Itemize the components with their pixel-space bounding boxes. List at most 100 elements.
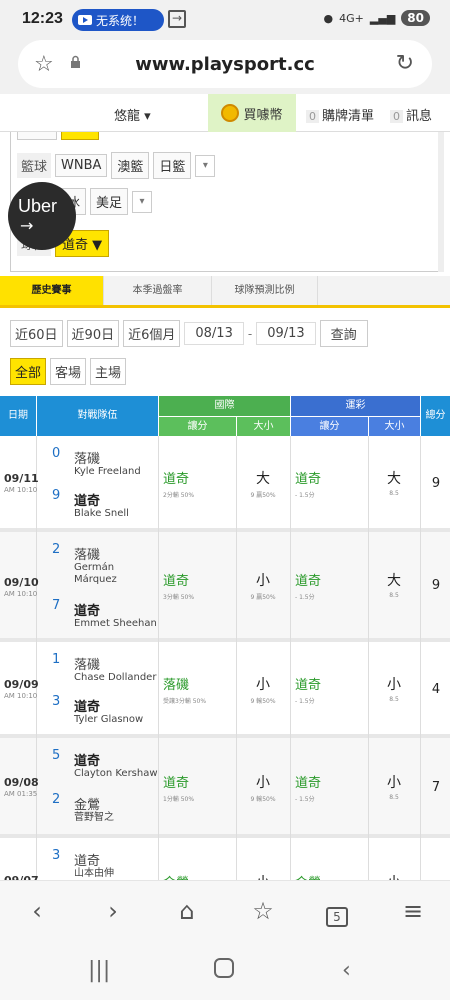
table-row[interactable]: 09/09 AM 10:10 1 落磯 Chase Dollander 3 道奇… xyxy=(0,642,450,738)
header-intl-spread: 讓分 xyxy=(158,416,236,436)
forward-icon[interactable]: › xyxy=(98,897,128,925)
lot-ou: 小 xyxy=(387,775,401,791)
cart-link[interactable]: 0 購牌清單 xyxy=(306,105,374,124)
home-team: 道奇 xyxy=(74,494,101,509)
signal-icon: ▂▄▆ xyxy=(369,11,396,25)
lot-ou: 大 xyxy=(387,471,401,487)
game-time: AM 10:10 xyxy=(4,486,38,494)
coin-icon xyxy=(221,104,240,122)
date-from-input[interactable]: 08/13 xyxy=(184,322,244,345)
away-pitcher: Germán Márquez xyxy=(74,562,117,585)
lot-pick: 道奇 xyxy=(295,776,322,791)
intl-ou-sub: 9 贏50% xyxy=(250,492,276,499)
cart-count: 0 xyxy=(306,110,319,123)
venue-home-button[interactable]: 主場 xyxy=(90,358,127,385)
header-lot-ou: 大小 xyxy=(368,416,420,436)
home-pitcher: Tyler Glasnow xyxy=(74,714,144,725)
lot-pick-sub: - 1.5分 xyxy=(295,492,315,499)
intl-pick-sub: 1分輸 50% xyxy=(163,796,195,803)
lot-ou: 大 xyxy=(387,573,401,589)
query-button[interactable]: 查詢 xyxy=(319,320,368,347)
date-separator: - xyxy=(247,326,253,341)
tabs-icon[interactable]: 5 xyxy=(322,899,352,927)
home-button-icon[interactable] xyxy=(214,958,234,984)
chevron-down-icon[interactable]: ▾ xyxy=(132,190,153,213)
range-60d-button[interactable]: 近60日 xyxy=(10,320,63,347)
range-6m-button[interactable]: 近6個月 xyxy=(123,320,181,347)
lot-ou: 小 xyxy=(387,677,401,693)
tab-team-prediction[interactable]: 球隊預測比例 xyxy=(212,276,318,305)
table-row[interactable]: 09/10 AM 10:10 2 落磯 Germán Márquez 7 道奇 … xyxy=(0,532,450,642)
reload-icon[interactable]: ↻ xyxy=(396,51,414,76)
header-intl: 國際 xyxy=(158,396,290,416)
lot-pick: 道奇 xyxy=(295,472,322,487)
venue-all-button[interactable]: 全部 xyxy=(10,358,47,385)
total-score: 4 xyxy=(431,682,441,697)
away-score: 2 xyxy=(52,542,61,557)
total-score: 9 xyxy=(431,578,441,593)
home-pitcher: Emmet Sheehan xyxy=(74,618,157,629)
lot-ou-sub: 8.5 xyxy=(389,592,399,599)
tab-history[interactable]: 歷史賽事 xyxy=(0,276,104,305)
notification-pill[interactable]: 无系统！ xyxy=(72,9,164,31)
intl-pick-sub: 2分輸 50% xyxy=(163,492,195,499)
bookmarks-icon[interactable]: ☆ xyxy=(248,897,278,925)
messages-link[interactable]: 0 訊息 xyxy=(390,105,432,124)
game-date: 09/11 xyxy=(4,472,39,485)
total-score: 7 xyxy=(431,780,441,795)
system-nav-bar: ||| ‹ xyxy=(0,940,450,1000)
game-date: 09/10 xyxy=(4,576,39,589)
recent-apps-icon[interactable]: ||| xyxy=(88,958,110,983)
home-team: 道奇 xyxy=(74,700,101,715)
intl-ou-sub: 9 輸50% xyxy=(250,796,276,803)
user-name: 悠龍 xyxy=(114,109,141,124)
table-header: 日期 對戰隊伍 國際 讓分 大小 運彩 讓分 大小 總分 xyxy=(0,396,450,436)
chip-partial[interactable] xyxy=(17,132,57,140)
chevron-down-icon[interactable]: ▾ xyxy=(195,154,216,177)
game-time: AM 10:10 xyxy=(4,692,38,700)
filter-row-top xyxy=(17,132,99,140)
intl-ou-sub: 9 輸50% xyxy=(250,698,276,705)
chip-wnba[interactable]: WNBA xyxy=(55,154,108,177)
range-90d-button[interactable]: 近90日 xyxy=(66,320,120,347)
header-teams: 對戰隊伍 xyxy=(36,396,158,436)
tab-season-cover[interactable]: 本季過盤率 xyxy=(104,276,212,305)
away-pitcher: Clayton Kershaw xyxy=(74,768,158,779)
user-menu[interactable]: 悠龍 ▾ xyxy=(114,105,151,124)
date-to-input[interactable]: 09/13 xyxy=(256,322,316,345)
header-total: 總分 xyxy=(420,396,450,436)
chip-partial-selected[interactable] xyxy=(61,132,99,140)
intl-ou-sub: 9 贏50% xyxy=(250,594,276,601)
intl-pick-sub: 受讓3分輸 50% xyxy=(163,698,207,705)
away-score: 3 xyxy=(52,848,61,863)
address-bar[interactable]: ☆ www.playsport.cc ↻ xyxy=(18,40,432,88)
table-row[interactable]: 09/07 3 道奇 山本由伸 金鶯 小 金鶯 小 xyxy=(0,838,450,882)
home-icon[interactable]: ⌂ xyxy=(172,897,202,925)
panel-edge xyxy=(438,132,444,272)
msg-label: 訊息 xyxy=(406,109,433,124)
venue-filter: 全部 客場 主場 xyxy=(10,358,127,385)
intl-ou: 大 xyxy=(256,471,270,487)
intl-pick: 道奇 xyxy=(163,472,190,487)
game-date: 09/09 xyxy=(4,678,39,691)
away-team: 道奇 xyxy=(74,754,101,769)
table-row[interactable]: 09/08 AM 01:35 5 道奇 Clayton Kershaw 2 金鶯… xyxy=(0,738,450,838)
chip-football[interactable]: 美足 xyxy=(90,188,129,215)
table-row[interactable]: 09/11 AM 10:10 0 落磯 Kyle Freeland 9 道奇 B… xyxy=(0,436,450,532)
team-select-value: 道奇 xyxy=(62,238,89,253)
date-range-controls: 近60日 近90日 近6個月 08/13 - 09/13 查詢 xyxy=(10,320,368,347)
cart-label: 購牌清單 xyxy=(322,109,375,124)
header-date: 日期 xyxy=(0,396,36,436)
uber-floating-button[interactable]: Uber → xyxy=(8,182,76,250)
tabs-count: 5 xyxy=(326,907,348,927)
buy-coin-button[interactable]: 買噱幣 xyxy=(208,94,296,132)
lot-ou-sub: 8.5 xyxy=(389,490,399,497)
browser-toolbar: ☆ www.playsport.cc ↻ xyxy=(0,36,450,94)
chip-aus[interactable]: 澳籃 xyxy=(111,152,150,179)
menu-icon[interactable]: ≡ xyxy=(398,897,428,925)
system-back-icon[interactable]: ‹ xyxy=(342,958,351,983)
back-icon[interactable]: ‹ xyxy=(22,897,52,925)
away-score: 1 xyxy=(52,652,61,667)
venue-away-button[interactable]: 客場 xyxy=(50,358,87,385)
chip-jpn[interactable]: 日籃 xyxy=(153,152,192,179)
